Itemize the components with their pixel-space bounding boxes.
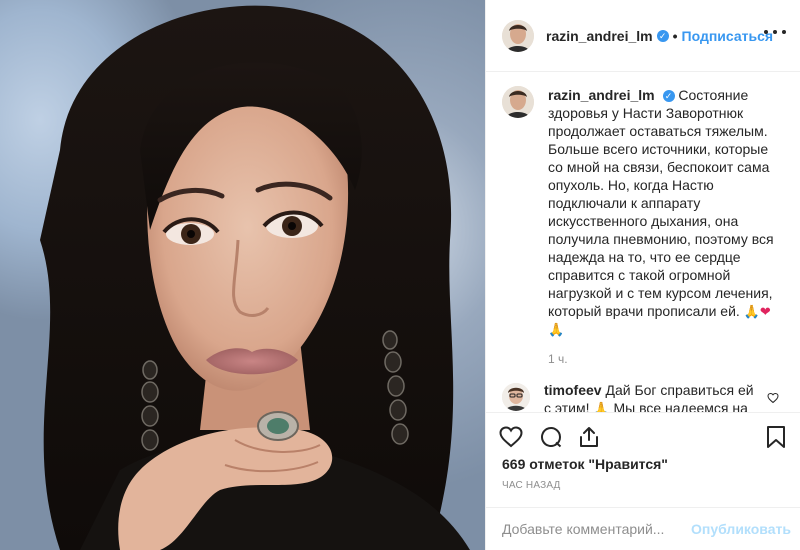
share-icon[interactable]: [577, 425, 601, 452]
comment-input[interactable]: [502, 521, 683, 537]
caption-author-avatar[interactable]: [502, 86, 534, 118]
bookmark-icon[interactable]: [765, 425, 787, 452]
comment-username[interactable]: timofeev: [544, 382, 602, 398]
heart-icon[interactable]: [499, 425, 523, 452]
verified-badge-icon: ✓: [656, 29, 669, 42]
posted-time[interactable]: час назад: [502, 480, 561, 491]
comment-like-heart-icon[interactable]: [767, 391, 779, 407]
instagram-post: razin_andrei_lm ✓ • Подписаться razin_an…: [0, 0, 800, 550]
caption-timestamp[interactable]: 1 ч.: [548, 352, 785, 366]
caption-text-block: razin_andrei_lm ✓ Состояние здоровья у Н…: [548, 86, 783, 338]
portrait-illustration: [40, 5, 470, 550]
heart-emoji-icon: ❤: [759, 304, 771, 319]
pray-emoji-icon: 🙏: [593, 401, 610, 413]
more-options-icon[interactable]: [764, 22, 786, 42]
author-username[interactable]: razin_andrei_lm: [546, 28, 653, 44]
follow-button[interactable]: Подписаться: [682, 28, 774, 44]
caption-username[interactable]: razin_andrei_lm: [548, 87, 655, 103]
separator-dot: •: [672, 27, 678, 44]
avatar-image: [502, 19, 534, 52]
commenter-avatar[interactable]: [502, 383, 530, 411]
comment-icon[interactable]: [539, 425, 563, 452]
comment-text-block: timofeev Дай Бог справиться ей с этим! 🙏…: [544, 381, 759, 412]
comments-area: razin_andrei_lm ✓ Состояние здоровья у Н…: [486, 72, 800, 412]
avatar-image: [502, 383, 530, 411]
caption-text: Состояние здоровья у Насти Заворотнюк пр…: [548, 87, 774, 319]
post-sidebar: razin_andrei_lm ✓ • Подписаться razin_an…: [485, 0, 800, 550]
pray-emoji-icon: 🙏: [548, 322, 565, 337]
verified-badge-icon: ✓: [662, 90, 675, 102]
author-avatar[interactable]: [502, 19, 534, 52]
pray-emoji-icon: 🙏: [743, 304, 760, 319]
post-header: razin_andrei_lm ✓ • Подписаться: [486, 0, 800, 72]
caption: razin_andrei_lm ✓ Состояние здоровья у Н…: [502, 86, 785, 338]
likes-count[interactable]: 669 отметок "Нравится": [502, 456, 668, 472]
avatar-image: [502, 86, 534, 118]
author-line: razin_andrei_lm ✓ • Подписаться: [546, 28, 773, 44]
add-comment-bar: Опубликовать: [486, 507, 800, 550]
publish-button[interactable]: Опубликовать: [691, 521, 791, 537]
comment-item: timofeev Дай Бог справиться ей с этим! 🙏…: [502, 381, 785, 412]
post-photo[interactable]: [0, 0, 485, 550]
